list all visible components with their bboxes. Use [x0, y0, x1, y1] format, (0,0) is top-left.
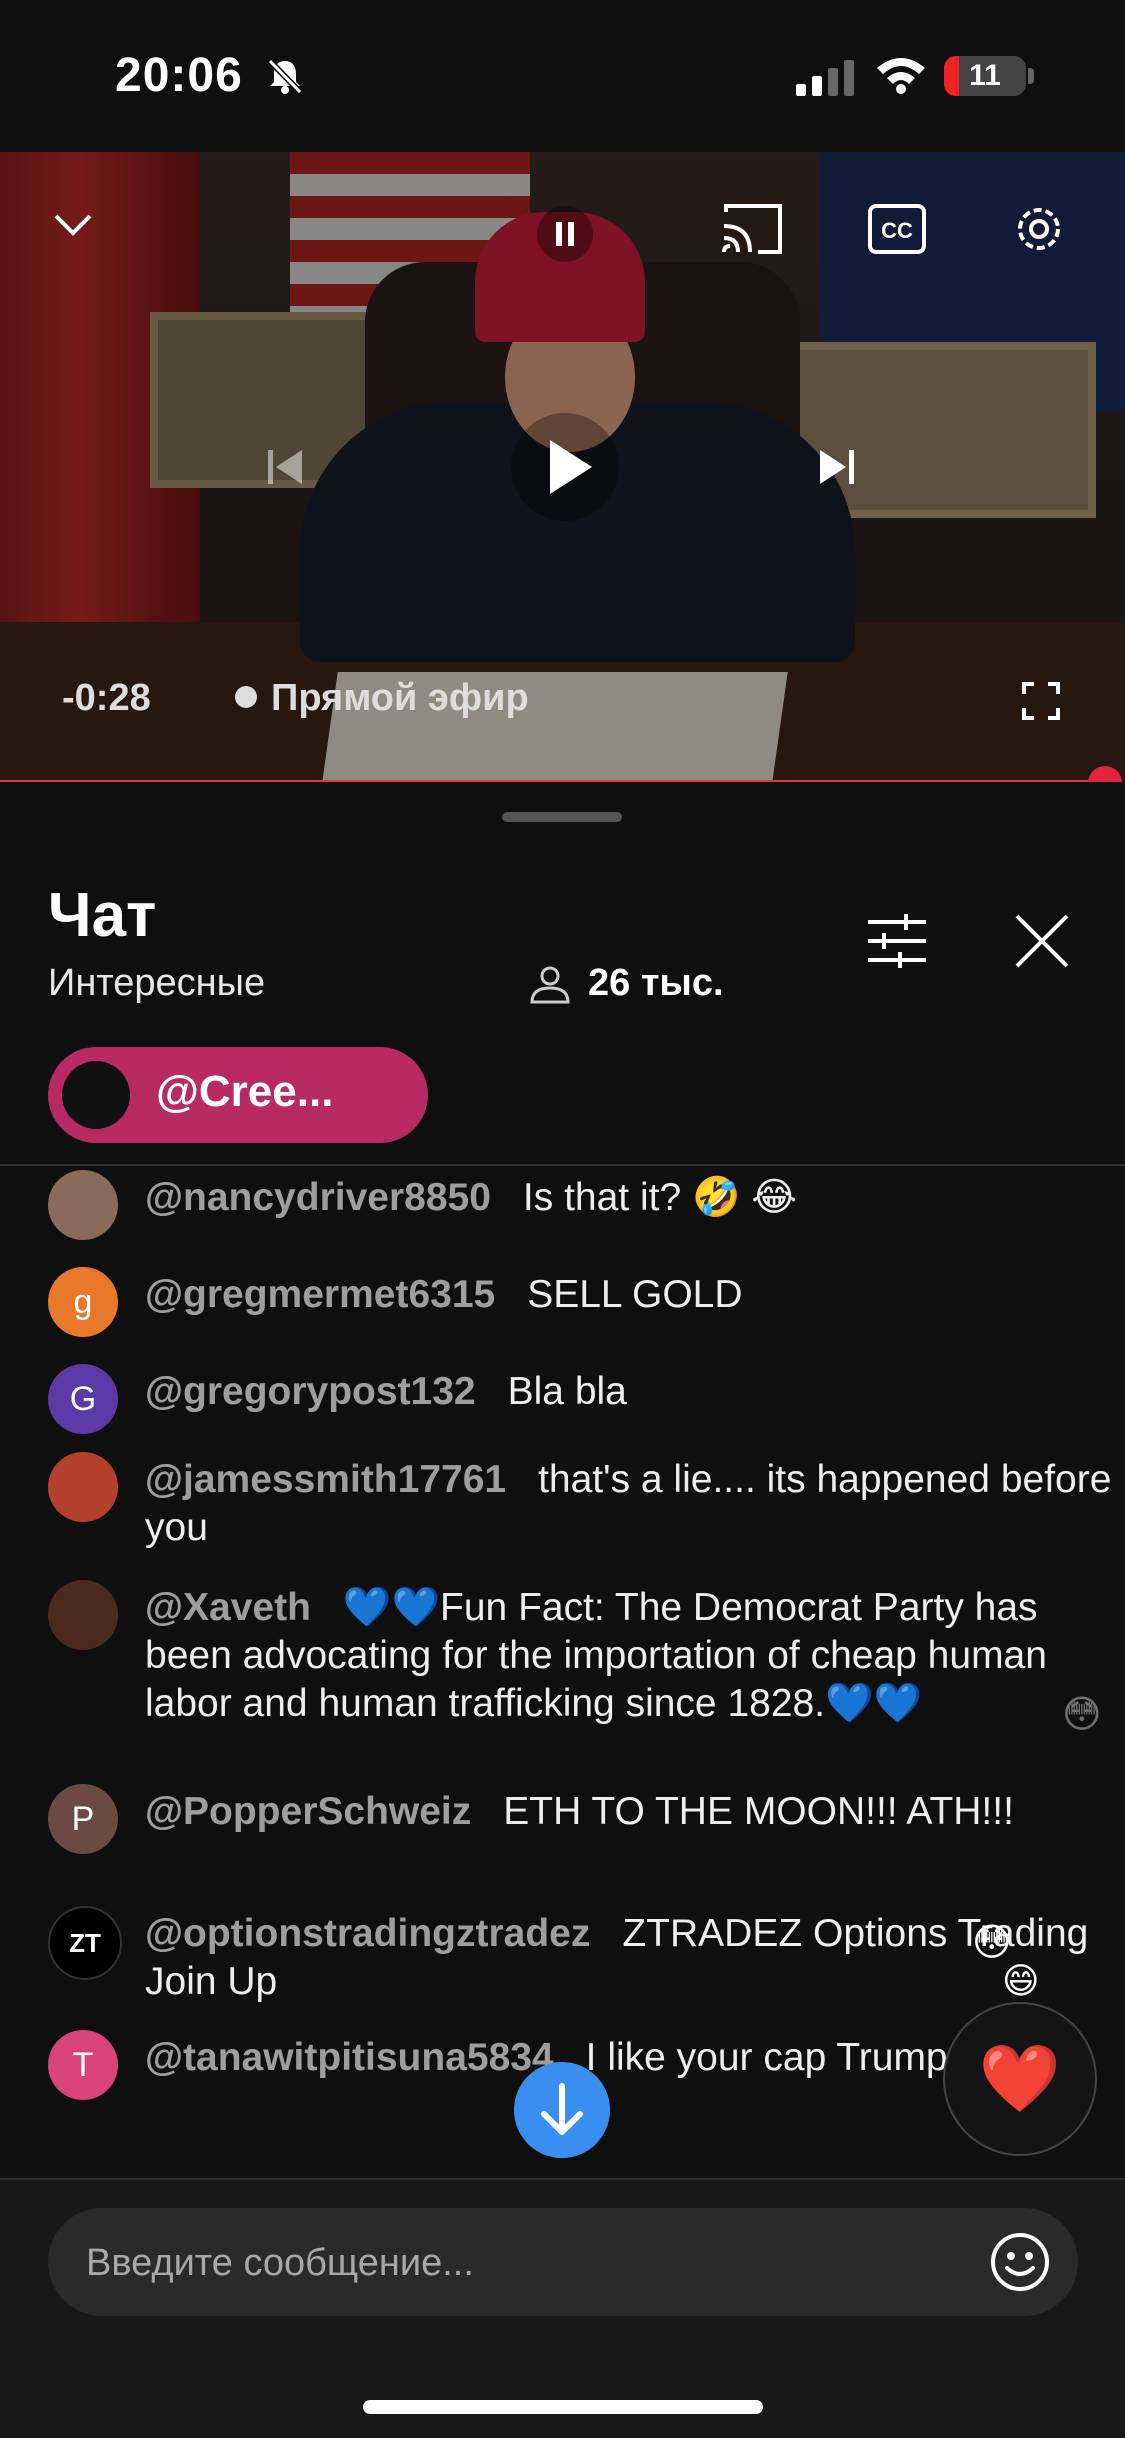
- battery-indicator: 11: [944, 56, 1026, 96]
- live-label: Прямой эфир: [271, 677, 529, 719]
- avatar: G: [48, 1364, 118, 1434]
- message-author[interactable]: @jamessmith17761: [145, 1458, 506, 1501]
- avatar: [48, 1580, 118, 1650]
- scroll-to-latest-button[interactable]: [514, 2062, 610, 2158]
- battery-tip: [1028, 68, 1034, 84]
- pause-icon[interactable]: [535, 204, 595, 264]
- drag-handle[interactable]: [502, 812, 622, 822]
- avatar: P: [48, 1784, 118, 1854]
- person-icon: [530, 966, 570, 1004]
- avatar: [62, 1061, 130, 1129]
- message-text: Is that it? 🤣 😂: [522, 1176, 797, 1219]
- message-text: I like your cap Trump: [585, 2036, 948, 2079]
- message-input[interactable]: [84, 2208, 968, 2318]
- divider: [0, 1164, 1125, 1166]
- chat-mode-selector[interactable]: Интересные: [48, 962, 265, 1005]
- cast-icon[interactable]: [720, 202, 784, 256]
- status-bar: 20:06 11: [0, 0, 1125, 152]
- home-indicator: [363, 2400, 763, 2414]
- message-author[interactable]: @Xaveth: [145, 1586, 311, 1629]
- emoji-picker-icon[interactable]: [988, 2230, 1052, 2294]
- message-author[interactable]: @gregmermet6315: [145, 1273, 495, 1316]
- bell-slash-icon: [267, 58, 303, 95]
- battery-level: 11: [969, 59, 1001, 92]
- heart-icon: ❤️: [978, 2041, 1062, 2115]
- live-dot: [235, 686, 257, 708]
- live-indicator[interactable]: Прямой эфир: [235, 677, 529, 720]
- message-author[interactable]: @PopperSchweiz: [145, 1790, 471, 1833]
- message-author[interactable]: @optionstradingztradez: [145, 1912, 590, 1955]
- pinned-supporter-chip[interactable]: @Cree...: [48, 1047, 428, 1143]
- heart-reaction-button[interactable]: ❤️: [943, 2002, 1097, 2156]
- chat-title: Чат: [48, 881, 157, 950]
- collapse-chevron-down-icon[interactable]: [50, 202, 96, 248]
- message-input-container[interactable]: [48, 2208, 1078, 2318]
- chat-message-list[interactable]: @nancydriver8850 Is that it? 🤣 😂 g @gregm…: [0, 1170, 1125, 2170]
- avatar: [48, 1452, 118, 1522]
- floating-reaction-emoji: 😳: [1062, 1694, 1102, 1736]
- time-remaining: -0:28: [62, 677, 151, 719]
- message-composer: [0, 2178, 1125, 2438]
- avatar: ZT: [48, 1906, 122, 1980]
- fullscreen-icon[interactable]: [1022, 682, 1060, 720]
- pinned-user-name: @Cree...: [156, 1067, 334, 1116]
- floating-reaction-emoji: 😄: [1002, 1960, 1040, 2001]
- previous-icon[interactable]: [260, 442, 310, 492]
- message-author[interactable]: @gregorypost132: [145, 1370, 476, 1413]
- close-icon[interactable]: [1013, 912, 1071, 970]
- avatar: g: [48, 1267, 118, 1337]
- message-text: ETH TO THE MOON!!! ATH!!!: [503, 1790, 1014, 1833]
- sliders-icon[interactable]: [866, 912, 928, 970]
- video-player[interactable]: CC -0:28 Прямой эфир: [0, 152, 1125, 782]
- floating-reaction-emoji: 😳: [972, 1922, 1012, 1964]
- avatar: [48, 1170, 118, 1240]
- avatar: T: [48, 2030, 118, 2100]
- closed-captions-icon[interactable]: CC: [868, 204, 926, 254]
- wifi-icon: [877, 58, 925, 94]
- status-time: 20:06: [115, 49, 243, 102]
- message-author[interactable]: @nancydriver8850: [145, 1176, 491, 1219]
- progress-bar[interactable]: [0, 780, 1105, 782]
- next-icon[interactable]: [812, 442, 862, 492]
- viewer-count: 26 тыс.: [588, 962, 724, 1004]
- message-text: Bla bla: [507, 1370, 627, 1413]
- message-author[interactable]: @tanawitpitisuna5834: [145, 2036, 554, 2079]
- cellular-signal-icon: [796, 60, 854, 96]
- play-icon[interactable]: [510, 412, 620, 522]
- gear-icon[interactable]: [1010, 200, 1068, 258]
- message-text: SELL GOLD: [527, 1273, 743, 1316]
- svg-text:CC: CC: [881, 218, 913, 243]
